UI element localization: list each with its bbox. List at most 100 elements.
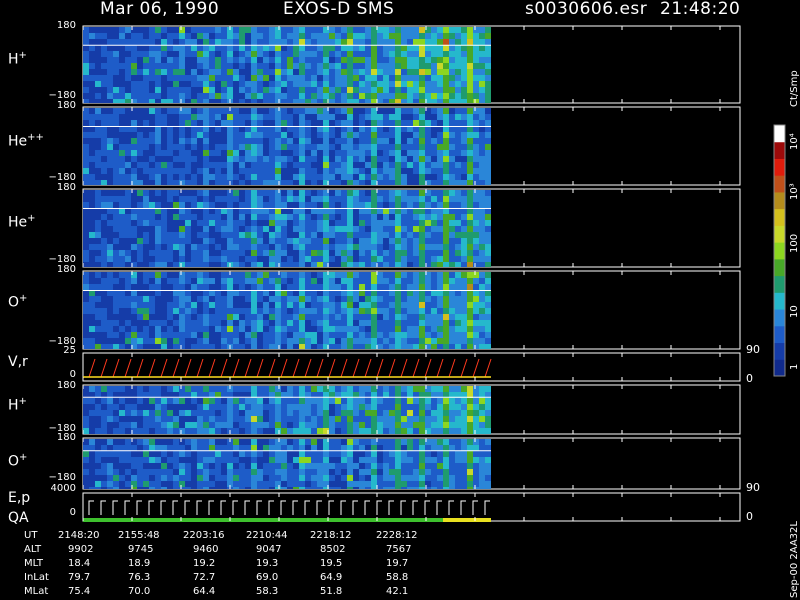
heatmap-cell: [251, 457, 257, 463]
heatmap-cell: [305, 27, 311, 33]
heatmap-cell: [167, 457, 173, 463]
heatmap-cell: [203, 75, 209, 81]
heatmap-cell: [455, 302, 461, 308]
heatmap-cell: [413, 27, 419, 33]
heatmap-cell: [485, 120, 491, 126]
heatmap-cell: [389, 278, 395, 284]
heatmap-cell: [95, 296, 101, 302]
heatmap-cell: [287, 39, 293, 45]
heatmap-cell: [125, 174, 131, 180]
heatmap-cell: [209, 27, 215, 33]
heatmap-cell: [407, 326, 413, 332]
heatmap-cell: [299, 57, 305, 63]
heatmap-cell: [347, 487, 353, 489]
heatmap-cell: [299, 284, 305, 290]
heatmap-cell: [107, 481, 113, 487]
heatmap-cell: [395, 51, 401, 57]
heatmap-cell: [455, 404, 461, 410]
heatmap-cell: [383, 284, 389, 290]
heatmap-cell: [113, 93, 119, 99]
heatmap-cell: [125, 326, 131, 332]
heatmap-cell: [431, 33, 437, 39]
heatmap-cell: [359, 51, 365, 57]
heatmap-cell: [467, 214, 473, 220]
heatmap-cell: [227, 150, 233, 156]
heatmap-cell: [233, 202, 239, 208]
heatmap-cell: [449, 93, 455, 99]
heatmap-cell: [473, 463, 479, 469]
heatmap-cell: [107, 445, 113, 451]
heatmap-cell: [437, 93, 443, 99]
heatmap-cell: [317, 162, 323, 168]
heatmap-cell: [167, 232, 173, 238]
heatmap-cell: [467, 132, 473, 138]
heatmap-cell: [311, 162, 317, 168]
heatmap-cell: [299, 190, 305, 196]
heatmap-cell: [407, 196, 413, 202]
heatmap-cell: [305, 156, 311, 162]
heatmap-cell: [245, 190, 251, 196]
heatmap-cell: [197, 138, 203, 144]
heatmap-cell: [467, 196, 473, 202]
heatmap-cell: [131, 244, 137, 250]
heatmap-cell: [137, 214, 143, 220]
heatmap-cell: [407, 338, 413, 344]
heatmap-cell: [431, 481, 437, 487]
heatmap-cell: [203, 296, 209, 302]
heatmap-cell: [293, 45, 299, 51]
heatmap-cell: [161, 308, 167, 314]
heatmap-cell: [155, 296, 161, 302]
heatmap-cell: [221, 120, 227, 126]
heatmap-cell: [101, 162, 107, 168]
heatmap-cell: [317, 302, 323, 308]
heatmap-cell: [299, 320, 305, 326]
heatmap-cell: [473, 87, 479, 93]
heatmap-cell: [191, 250, 197, 256]
heatmap-cell: [89, 338, 95, 344]
heatmap-cell: [317, 398, 323, 404]
heatmap-cell: [251, 214, 257, 220]
heatmap-cell: [89, 451, 95, 457]
heatmap-cell: [83, 398, 89, 404]
heatmap-cell: [377, 469, 383, 475]
heatmap-cell: [371, 156, 377, 162]
heatmap-cell: [269, 45, 275, 51]
heatmap-cell: [281, 226, 287, 232]
heatmap-cell: [179, 196, 185, 202]
heatmap-cell: [167, 220, 173, 226]
heatmap-cell: [203, 439, 209, 445]
heatmap-cell: [317, 439, 323, 445]
heatmap-cell: [179, 27, 185, 33]
heatmap-cell: [263, 39, 269, 45]
heatmap-cell: [125, 308, 131, 314]
heatmap-cell: [203, 232, 209, 238]
heatmap-cell: [323, 75, 329, 81]
heatmap-cell: [125, 244, 131, 250]
heatmap-cell: [371, 338, 377, 344]
heatmap-cell: [401, 284, 407, 290]
heatmap-cell: [407, 174, 413, 180]
heatmap-cell: [467, 481, 473, 487]
heatmap-cell: [197, 256, 203, 262]
energy-trace: [352, 500, 358, 515]
heatmap-cell: [467, 226, 473, 232]
heatmap-cell: [179, 57, 185, 63]
heatmap-cell: [137, 226, 143, 232]
heatmap-cell: [173, 93, 179, 99]
heatmap-cell: [455, 332, 461, 338]
heatmap-cell: [377, 214, 383, 220]
heatmap-cell: [125, 332, 131, 338]
heatmap-cell: [467, 27, 473, 33]
heatmap-cell: [215, 457, 221, 463]
energy-trace: [88, 500, 94, 515]
heatmap-cell: [485, 296, 491, 302]
heatmap-cell: [233, 138, 239, 144]
heatmap-cell: [185, 150, 191, 156]
heatmap-cell: [473, 168, 479, 174]
heatmap-cell: [239, 51, 245, 57]
heatmap-cell: [203, 196, 209, 202]
heatmap-cell: [257, 332, 263, 338]
heatmap-cell: [125, 75, 131, 81]
heatmap-cell: [389, 63, 395, 69]
heatmap-cell: [389, 87, 395, 93]
